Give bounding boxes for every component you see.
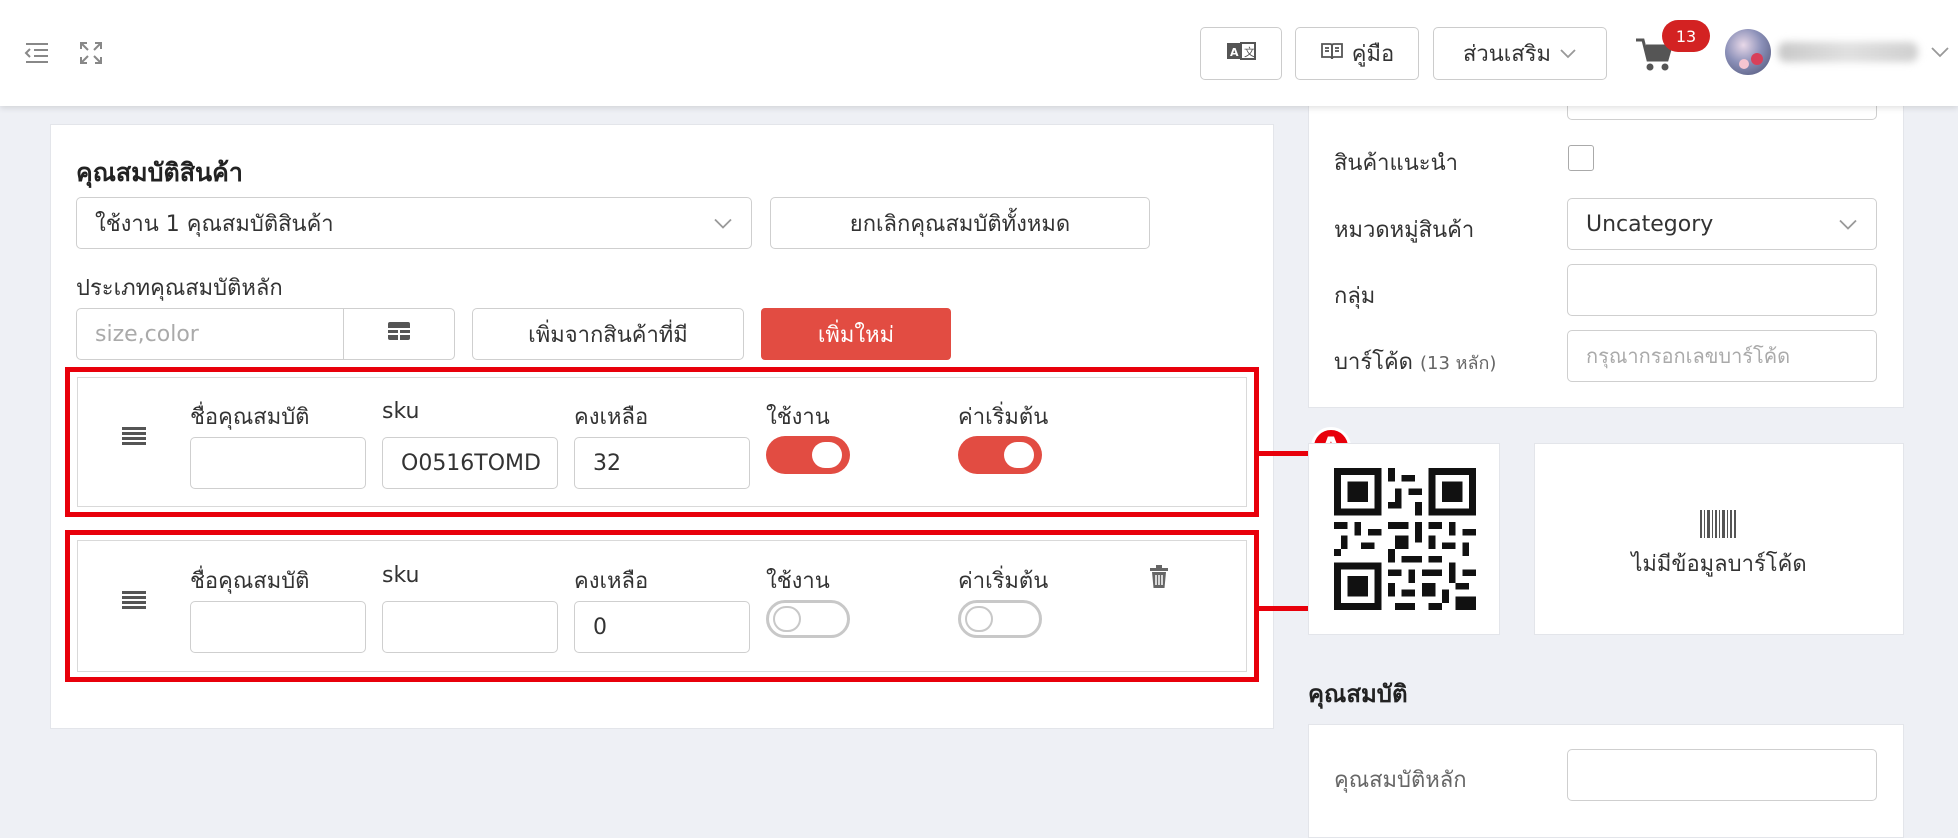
manual-label: คู่มือ <box>1351 42 1395 67</box>
fullscreen-icon[interactable] <box>76 38 106 68</box>
category-label: หมวดหมู่สินค้า <box>1334 218 1475 243</box>
attributes-card-title: คุณสมบัติสินค้า <box>76 158 243 187</box>
main-attribute-label: คุณสมบัติหลัก <box>1334 768 1467 793</box>
chevron-down-icon <box>713 211 733 236</box>
col-active-label: ใช้งาน <box>766 405 830 430</box>
drag-handle-icon[interactable] <box>122 427 146 445</box>
manual-button[interactable]: คู่มือ <box>1295 27 1419 80</box>
col-default-label: ค่าเริ่มต้น <box>958 569 1049 594</box>
chevron-down-icon <box>1559 41 1577 66</box>
trash-icon[interactable] <box>1148 565 1170 593</box>
main-type-label: ประเภทคุณสมบัติหลัก <box>76 276 283 301</box>
addons-label: ส่วนเสริม <box>1462 42 1552 67</box>
qr-code <box>1334 468 1476 614</box>
chevron-down-icon[interactable] <box>1930 44 1950 63</box>
barcode-input[interactable]: กรุณากรอกเลขบาร์โค้ด <box>1567 330 1877 382</box>
group-input[interactable] <box>1567 264 1877 316</box>
barcode-hint: (13 หลัก) <box>1419 353 1497 374</box>
default-toggle[interactable] <box>958 436 1042 474</box>
sku-input[interactable]: O0516TOMD <box>382 437 558 489</box>
default-toggle[interactable] <box>958 600 1042 638</box>
barcode-label: บาร์โค้ด (13 หลัก) <box>1334 350 1497 375</box>
chevron-down-icon <box>1838 212 1858 237</box>
add-from-existing-button[interactable]: เพิ่มจากสินค้าที่มี <box>472 308 744 360</box>
addons-dropdown[interactable]: ส่วนเสริม <box>1433 27 1607 80</box>
no-barcode-text: ไม่มีข้อมูลบาร์โค้ด <box>1631 552 1807 577</box>
col-active-label: ใช้งาน <box>766 569 830 594</box>
remaining-input[interactable]: 32 <box>574 437 750 489</box>
drag-handle-icon[interactable] <box>122 591 146 609</box>
attribute-mode-value: ใช้งาน 1 คุณสมบัติสินค้า <box>95 211 334 237</box>
barcode-icon <box>1700 510 1736 542</box>
attribute-mode-select[interactable]: ใช้งาน 1 คุณสมบัติสินค้า <box>76 197 752 249</box>
group-label: กลุ่ม <box>1334 284 1376 309</box>
remaining-input[interactable]: 0 <box>574 601 750 653</box>
col-default-label: ค่าเริ่มต้น <box>958 405 1049 430</box>
category-value: Uncategory <box>1586 211 1714 237</box>
recommended-label: สินค้าแนะนำ <box>1334 151 1458 176</box>
sku-input[interactable] <box>382 601 558 653</box>
col-sku-label: sku <box>382 399 420 424</box>
collapse-sidebar-icon[interactable] <box>22 38 52 68</box>
translate-icon: A文 <box>1226 41 1256 67</box>
category-select[interactable]: Uncategory <box>1567 198 1877 250</box>
active-toggle[interactable] <box>766 436 850 474</box>
book-icon <box>1320 41 1344 67</box>
add-new-button[interactable]: เพิ่มใหม่ <box>761 308 951 360</box>
avatar[interactable] <box>1725 29 1771 75</box>
col-sku-label: sku <box>382 563 420 588</box>
table-icon <box>387 321 411 347</box>
attribute-name-input[interactable] <box>190 437 366 489</box>
col-remaining-label: คงเหลือ <box>574 405 649 430</box>
svg-text:A: A <box>1230 46 1239 59</box>
username-blurred <box>1778 42 1918 62</box>
col-remaining-label: คงเหลือ <box>574 569 649 594</box>
col-name-label: ชื่อคุณสมบัติ <box>190 569 310 594</box>
cancel-all-attributes-button[interactable]: ยกเลิกคุณสมบัติทั้งหมด <box>770 197 1150 249</box>
recommended-checkbox[interactable] <box>1568 145 1594 171</box>
main-type-input[interactable]: size,color <box>76 308 344 360</box>
attribute-name-input[interactable] <box>190 601 366 653</box>
svg-text:文: 文 <box>1244 45 1255 59</box>
translate-button[interactable]: A文 <box>1200 27 1282 80</box>
attributes-section-title: คุณสมบัติ <box>1308 680 1408 708</box>
active-toggle[interactable] <box>766 600 850 638</box>
col-name-label: ชื่อคุณสมบัติ <box>190 405 310 430</box>
main-attribute-input[interactable] <box>1567 749 1877 801</box>
table-picker-button[interactable] <box>343 308 455 360</box>
cart-count-badge: 13 <box>1662 20 1710 52</box>
top-bar: A文 คู่มือ ส่วนเสริม 13 <box>0 0 1958 106</box>
